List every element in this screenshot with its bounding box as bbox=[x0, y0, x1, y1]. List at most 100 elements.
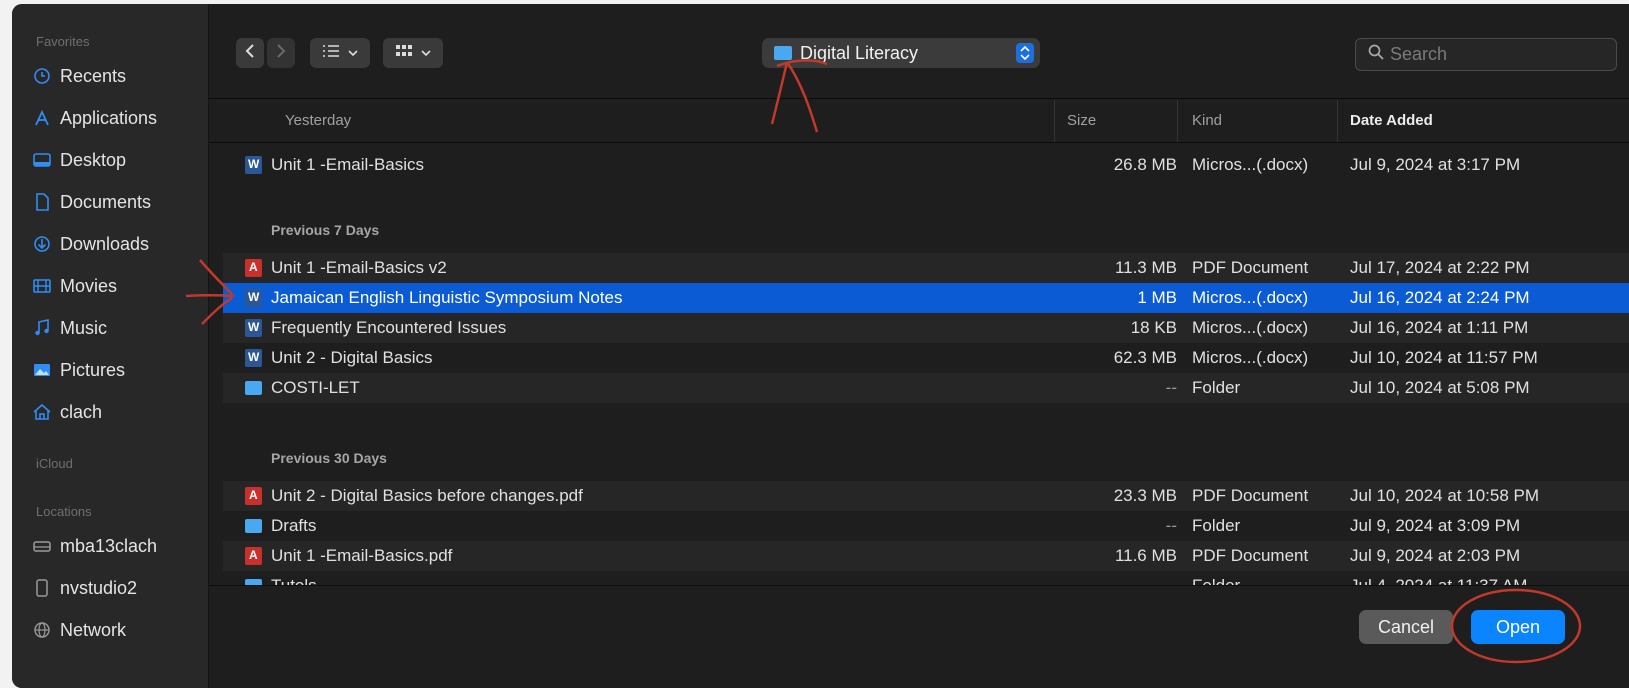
file-row[interactable]: COSTI-LET -- Folder Jul 10, 2024 at 5:08… bbox=[223, 373, 1629, 403]
sidebar-item-pictures[interactable]: Pictures bbox=[32, 356, 202, 384]
file-row[interactable]: Unit 1 -Email-Basics v2 11.3 MB PDF Docu… bbox=[223, 253, 1629, 283]
file-row[interactable]: Frequently Encountered Issues 18 KB Micr… bbox=[223, 313, 1629, 343]
file-kind: PDF Document bbox=[1192, 486, 1309, 505]
sidebar-item-label: mba13clach bbox=[60, 535, 158, 556]
file-size: 26.8 MB bbox=[1113, 155, 1177, 174]
group-button[interactable] bbox=[383, 38, 443, 68]
file-row[interactable]: Unit 2 - Digital Basics 62.3 MB Micros..… bbox=[223, 343, 1629, 373]
file-name: Tutols bbox=[271, 576, 317, 585]
word-document-icon bbox=[245, 156, 262, 174]
file-row[interactable]: Drafts -- Folder Jul 9, 2024 at 3:09 PM bbox=[223, 511, 1629, 541]
view-list-button[interactable] bbox=[310, 38, 370, 68]
file-date: Jul 9, 2024 at 3:09 PM bbox=[1350, 516, 1521, 535]
chevron-down-icon bbox=[348, 44, 358, 62]
sidebar-item-downloads[interactable]: Downloads bbox=[32, 230, 202, 258]
file-size: 18 KB bbox=[1130, 318, 1177, 337]
column-header-kind[interactable]: Kind bbox=[1192, 112, 1222, 129]
open-button[interactable]: Open bbox=[1471, 610, 1565, 644]
sidebar-heading-icloud: iCloud bbox=[36, 456, 73, 471]
sidebar-item-label: Music bbox=[60, 317, 108, 338]
section-heading: Previous 30 Days bbox=[271, 450, 387, 466]
sidebar-item-desktop[interactable]: Desktop bbox=[32, 146, 202, 174]
search-placeholder: Search bbox=[1390, 44, 1448, 64]
file-kind: PDF Document bbox=[1192, 546, 1309, 565]
file-kind: Folder bbox=[1192, 576, 1240, 585]
location-popup[interactable]: Digital Literacy bbox=[762, 38, 1040, 68]
file-row-selected[interactable]: Jamaican English Linguistic Symposium No… bbox=[223, 283, 1629, 313]
section-heading: Previous 7 Days bbox=[271, 222, 380, 238]
sidebar-item-label: nvstudio2 bbox=[60, 577, 138, 598]
file-browser: Digital Literacy Search Yesterday Size K… bbox=[209, 4, 1629, 688]
file-date: Jul 10, 2024 at 11:57 PM bbox=[1350, 348, 1538, 367]
column-divider[interactable] bbox=[1054, 100, 1055, 142]
sidebar-heading-locations: Locations bbox=[36, 504, 92, 519]
sidebar-item-mba13clach[interactable]: mba13clach bbox=[32, 532, 202, 560]
file-date: Jul 17, 2024 at 2:22 PM bbox=[1350, 258, 1530, 277]
file-name: Unit 1 -Email-Basics v2 bbox=[271, 258, 447, 277]
chevron-left-icon bbox=[245, 43, 255, 63]
sidebar-item-music[interactable]: Music bbox=[32, 314, 202, 342]
file-size: 11.3 MB bbox=[1114, 258, 1177, 277]
column-header-size[interactable]: Size bbox=[1067, 112, 1096, 129]
column-header-date-added[interactable]: Date Added bbox=[1350, 112, 1433, 129]
search-field[interactable]: Search bbox=[1355, 38, 1617, 71]
column-header-bar: Yesterday Size Kind Date Added bbox=[209, 100, 1629, 143]
file-size: -- bbox=[1165, 516, 1177, 535]
device-icon bbox=[32, 578, 52, 598]
divider bbox=[209, 585, 1629, 586]
file-kind: Micros...(.docx) bbox=[1192, 348, 1309, 367]
file-name: Unit 2 - Digital Basics bbox=[271, 348, 433, 367]
forward-button[interactable] bbox=[267, 38, 295, 68]
column-header-name[interactable]: Yesterday bbox=[285, 112, 351, 129]
file-kind: Micros...(.docx) bbox=[1192, 288, 1309, 307]
file-kind: Folder bbox=[1192, 516, 1241, 535]
file-row[interactable]: Tutols Folder Jul 4, 2024 at 11:37 AM bbox=[223, 571, 1629, 585]
file-name: Drafts bbox=[271, 516, 317, 535]
file-row[interactable]: Unit 1 -Email-Basics 26.8 MB Micros...(.… bbox=[223, 150, 1629, 180]
file-date: Jul 4, 2024 at 11:37 AM bbox=[1350, 576, 1527, 585]
file-name: Unit 1 -Email-Basics bbox=[271, 155, 425, 174]
folder-icon bbox=[245, 519, 262, 533]
file-size: 62.3 MB bbox=[1113, 348, 1177, 367]
file-size: -- bbox=[1165, 378, 1177, 397]
sidebar-item-recents[interactable]: Recents bbox=[32, 62, 202, 90]
folder-icon bbox=[774, 46, 792, 60]
sidebar-item-movies[interactable]: Movies bbox=[32, 272, 202, 300]
word-document-icon bbox=[245, 319, 262, 337]
file-name: Frequently Encountered Issues bbox=[271, 318, 507, 337]
location-label: Digital Literacy bbox=[800, 42, 919, 63]
film-icon bbox=[32, 276, 52, 296]
back-button[interactable] bbox=[236, 38, 264, 68]
file-kind: Folder bbox=[1192, 378, 1241, 397]
file-name: Unit 2 - Digital Basics before changes.p… bbox=[271, 486, 583, 505]
cancel-button[interactable]: Cancel bbox=[1359, 610, 1453, 644]
sidebar-item-nvstudio2[interactable]: nvstudio2 bbox=[32, 574, 202, 602]
sidebar-heading-favorites: Favorites bbox=[36, 34, 90, 49]
file-kind: Micros...(.docx) bbox=[1192, 318, 1309, 337]
file-row[interactable]: Unit 2 - Digital Basics before changes.p… bbox=[223, 481, 1629, 511]
folder-icon bbox=[245, 381, 262, 395]
sidebar-item-documents[interactable]: Documents bbox=[32, 188, 202, 216]
sidebar-item-network[interactable]: Network bbox=[32, 616, 202, 644]
sidebar-item-label: Desktop bbox=[60, 149, 127, 170]
column-divider[interactable] bbox=[1337, 100, 1338, 142]
file-kind: PDF Document bbox=[1192, 258, 1309, 277]
file-open-dialog: Favorites Recents Applications Desktop D… bbox=[12, 4, 1629, 688]
sidebar-item-applications[interactable]: Applications bbox=[32, 104, 202, 132]
sidebar-item-home[interactable]: clach bbox=[32, 398, 202, 426]
column-divider[interactable] bbox=[1177, 100, 1178, 142]
disk-icon bbox=[32, 536, 52, 556]
sidebar: Favorites Recents Applications Desktop D… bbox=[12, 4, 209, 688]
file-date: Jul 9, 2024 at 3:17 PM bbox=[1350, 155, 1521, 174]
clock-icon bbox=[32, 66, 52, 86]
file-date: Jul 9, 2024 at 2:03 PM bbox=[1350, 546, 1521, 565]
file-size: 11.6 MB bbox=[1114, 546, 1177, 565]
file-row[interactable]: Unit 1 -Email-Basics.pdf 11.6 MB PDF Doc… bbox=[223, 541, 1629, 571]
pdf-document-icon bbox=[245, 259, 262, 277]
picture-icon bbox=[32, 360, 52, 380]
sidebar-item-label: Applications bbox=[60, 107, 158, 128]
file-size: 1 MB bbox=[1137, 288, 1177, 307]
toolbar: Digital Literacy Search bbox=[209, 4, 1629, 99]
file-date: Jul 16, 2024 at 1:11 PM bbox=[1350, 318, 1529, 337]
file-date: Jul 16, 2024 at 2:24 PM bbox=[1350, 288, 1530, 307]
